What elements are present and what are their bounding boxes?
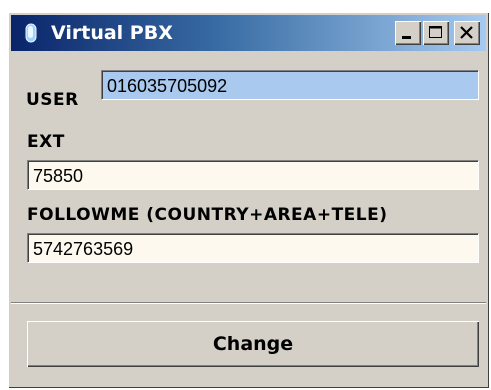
window-title: Virtual PBX <box>51 22 173 44</box>
title-bar[interactable]: Virtual PBX <box>11 15 486 51</box>
minimize-icon <box>402 36 411 39</box>
minimize-button[interactable] <box>395 21 421 45</box>
user-field[interactable]: 016035705092 <box>101 70 479 100</box>
maximize-icon <box>429 26 442 38</box>
app-icon <box>25 23 37 43</box>
ext-label: EXT <box>27 132 65 152</box>
close-icon <box>460 26 473 39</box>
ext-field[interactable]: 75850 <box>27 160 479 190</box>
close-button[interactable] <box>454 21 480 45</box>
separator <box>11 302 486 304</box>
maximize-button[interactable] <box>423 21 449 45</box>
followme-field[interactable]: 5742763569 <box>27 233 479 263</box>
virtual-pbx-window: Virtual PBX USER 016035705092 EXT 75850 … <box>8 12 489 388</box>
followme-label: FOLLOWME (COUNTRY+AREA+TELE) <box>27 205 388 225</box>
user-label: USER <box>26 90 79 110</box>
change-button[interactable]: Change <box>27 321 479 367</box>
